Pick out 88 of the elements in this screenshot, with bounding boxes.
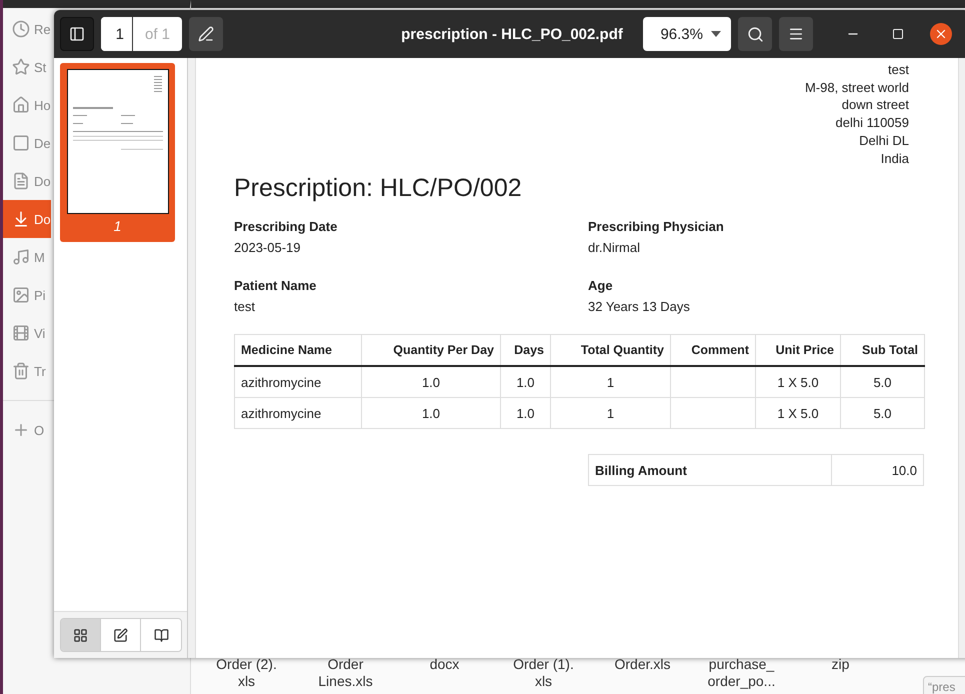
address-line: Delhi DL bbox=[858, 132, 909, 150]
maximize-icon bbox=[892, 28, 904, 40]
sidebar-item[interactable]: Do bbox=[3, 200, 51, 238]
field-value: 32 Years 13 Days bbox=[588, 298, 691, 316]
caret-icon bbox=[711, 31, 721, 37]
sidebar-item[interactable]: Ho bbox=[3, 86, 51, 124]
address-line: test bbox=[887, 61, 909, 79]
sidebar-icon bbox=[69, 26, 85, 42]
menu-button[interactable] bbox=[779, 17, 813, 51]
download-icon bbox=[12, 210, 30, 228]
file-name[interactable]: docx bbox=[395, 656, 494, 694]
music-icon bbox=[12, 248, 30, 266]
file-name[interactable]: Order Lines.xls bbox=[296, 656, 395, 694]
thumbnails-mode-button[interactable] bbox=[61, 619, 101, 651]
grid-icon bbox=[73, 628, 88, 642]
menu-icon bbox=[788, 26, 804, 42]
tooltip: “pres bbox=[923, 676, 965, 694]
home-icon bbox=[12, 96, 30, 114]
field-label: Patient Name bbox=[234, 277, 318, 296]
page-number-field[interactable]: 1 of 1 bbox=[101, 17, 182, 51]
sidebar-item[interactable]: Pi bbox=[3, 276, 51, 314]
table-cell: 1.0 bbox=[362, 398, 500, 429]
sidebar-item[interactable]: St bbox=[3, 48, 51, 86]
field-value: dr.Nirmal bbox=[588, 239, 642, 258]
search-button[interactable] bbox=[738, 17, 772, 51]
table-cell: 5.0 bbox=[840, 398, 924, 429]
document-icon bbox=[12, 172, 30, 190]
address-line: down street bbox=[840, 96, 909, 114]
star-icon bbox=[12, 58, 30, 76]
search-icon bbox=[746, 26, 764, 42]
close-button[interactable] bbox=[930, 23, 952, 45]
sidebar-item[interactable]: O bbox=[3, 411, 51, 449]
document-title: Prescription: HLC/PO/002 bbox=[234, 174, 523, 204]
trash-icon bbox=[12, 362, 30, 380]
billing-value: 10.0 bbox=[832, 454, 924, 486]
plus-icon bbox=[12, 421, 30, 439]
page-thumbnail[interactable]: 1 bbox=[60, 63, 175, 242]
book-icon bbox=[154, 628, 168, 642]
address-line: India bbox=[880, 150, 909, 168]
sidebar-toggle-button[interactable] bbox=[60, 17, 94, 51]
field-value: test bbox=[234, 298, 256, 316]
close-icon bbox=[934, 27, 948, 41]
sidebar-item[interactable]: Do bbox=[3, 162, 51, 200]
table-cell: 1 bbox=[550, 398, 670, 429]
film-icon bbox=[12, 324, 30, 342]
window-title: prescription - HLC_PO_002.pdf bbox=[401, 26, 623, 42]
address-line: M-98, street world bbox=[804, 78, 909, 96]
table-cell: 1 bbox=[550, 366, 670, 398]
file-name[interactable]: Order (2). xls bbox=[197, 656, 296, 694]
field-value: 2023-05-19 bbox=[234, 239, 302, 258]
file-name[interactable]: Order (1). xls bbox=[494, 656, 593, 694]
zoom-dropdown[interactable]: 96.3% bbox=[643, 17, 731, 51]
image-icon bbox=[12, 286, 30, 304]
file-name[interactable]: zip bbox=[791, 656, 890, 694]
table-cell: 1.0 bbox=[500, 398, 550, 429]
field-label: Age bbox=[588, 277, 614, 296]
file-name[interactable]: purchase_ order_po... bbox=[692, 656, 791, 694]
bookmarks-mode-button[interactable] bbox=[141, 619, 181, 651]
sidebar-item[interactable]: Vi bbox=[3, 314, 51, 352]
annotate-button[interactable] bbox=[189, 17, 223, 51]
table-cell: 1.0 bbox=[500, 366, 550, 398]
column-header: Quantity Per Day bbox=[362, 334, 500, 366]
file-name[interactable]: Order.xls bbox=[593, 656, 692, 694]
column-header: Days bbox=[500, 334, 550, 366]
column-header: Total Quantity bbox=[550, 334, 670, 366]
table-cell: azithromycine bbox=[234, 366, 362, 398]
sidebar-item[interactable]: De bbox=[3, 124, 51, 162]
table-cell: 1 X 5.0 bbox=[756, 398, 840, 429]
billing-label: Billing Amount bbox=[588, 454, 832, 486]
pen-icon bbox=[113, 628, 128, 642]
sidebar-item[interactable]: M bbox=[3, 238, 51, 276]
table-cell: 1 X 5.0 bbox=[756, 366, 840, 398]
square-icon bbox=[12, 134, 30, 152]
table-cell: 5.0 bbox=[840, 366, 924, 398]
table-cell: azithromycine bbox=[234, 398, 362, 429]
clock-icon bbox=[12, 20, 30, 38]
column-header: Comment bbox=[670, 334, 756, 366]
field-label: Prescribing Physician bbox=[588, 218, 725, 236]
table-cell: 1.0 bbox=[362, 366, 500, 398]
column-header: Unit Price bbox=[756, 334, 840, 366]
field-label: Prescribing Date bbox=[234, 218, 338, 236]
address-line: delhi 110059 bbox=[834, 114, 909, 132]
pen-icon bbox=[198, 26, 214, 42]
sidebar-item[interactable]: Tr bbox=[3, 352, 51, 390]
sidebar-item[interactable]: Re bbox=[3, 10, 51, 48]
column-header: Sub Total bbox=[840, 334, 924, 366]
column-header: Medicine Name bbox=[234, 334, 362, 366]
annotations-mode-button[interactable] bbox=[101, 619, 141, 651]
